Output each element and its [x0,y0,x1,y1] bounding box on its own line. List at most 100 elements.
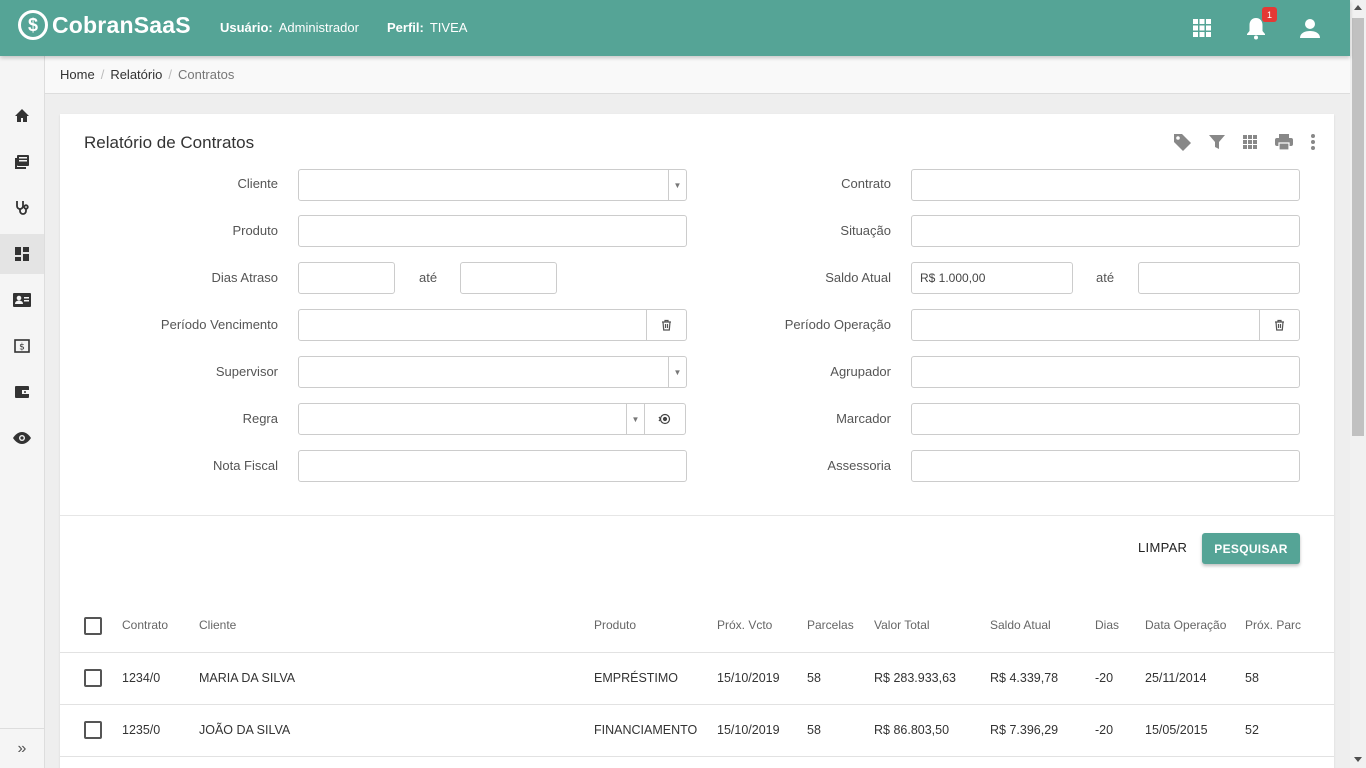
column-header-prox-parc[interactable]: Próx. Parc [1245,618,1301,632]
periodo-operacao-label: Período Operação [784,317,891,332]
periodo-vencimento-input[interactable] [298,309,647,341]
periodo-operacao-input[interactable] [911,309,1260,341]
brand-logo[interactable]: $ CobranSaaS [18,10,191,40]
chevron-down-icon: ▼ [668,170,686,200]
column-header-contrato[interactable]: Contrato [122,618,168,632]
contrato-label: Contrato [841,176,891,191]
saldo-atual-label: Saldo Atual [825,270,891,285]
breadcrumb-home[interactable]: Home [60,67,95,82]
logo-icon: $ [18,10,48,40]
scroll-up-icon[interactable] [1354,5,1362,10]
column-header-produto[interactable]: Produto [594,618,636,632]
user-info: Usuário: Administrador [220,20,359,35]
row-checkbox[interactable] [84,721,102,739]
row-divider [60,756,1334,757]
row-checkbox[interactable] [84,669,102,687]
breadcrumb-relatorio[interactable]: Relatório [110,67,162,82]
column-header-cliente[interactable]: Cliente [199,618,236,632]
nota-fiscal-input[interactable] [298,450,687,482]
page-title: Relatório de Contratos [84,133,255,152]
supervisor-select[interactable]: ▼ [298,356,687,388]
agrupador-input[interactable] [911,356,1300,388]
svg-text:$: $ [19,343,25,353]
cell-data-operacao: 25/11/2014 [1145,671,1207,685]
regra-select[interactable]: ▼ [298,403,645,435]
cell-parcelas: 58 [807,723,821,737]
marcador-input[interactable] [911,403,1300,435]
brand-name: CobranSaaS [52,11,191,38]
cell-contrato[interactable]: 1235/0 [122,723,160,737]
page-scrollbar[interactable] [1350,0,1366,768]
cell-data-operacao: 15/05/2015 [1145,723,1208,737]
search-button[interactable]: PESQUISAR [1202,533,1300,564]
columns-grid-icon[interactable] [1242,134,1258,155]
column-header-saldo-atual[interactable]: Saldo Atual [990,618,1051,632]
money-icon[interactable]: $ [0,326,44,366]
regra-label: Regra [242,411,278,426]
apps-grid-icon[interactable] [1190,14,1214,42]
dias-atraso-from-input[interactable] [298,262,395,294]
column-header-prox-vcto[interactable]: Próx. Vcto [717,618,772,632]
breadcrumb: Home / Relatório / Contratos [45,56,1350,94]
row-divider [60,704,1334,705]
cell-produto: EMPRÉSTIMO [594,671,679,685]
clear-operacao-button[interactable] [1259,309,1300,341]
home-icon[interactable] [0,96,44,136]
supervisor-label: Supervisor [215,364,278,379]
produto-input[interactable] [298,215,687,247]
cell-dias: -20 [1095,723,1114,737]
select-all-checkbox[interactable] [84,617,102,635]
contrato-input[interactable] [911,169,1300,201]
saldo-atual-to-input[interactable] [1138,262,1300,294]
cell-prox-parc: 58 [1245,671,1259,685]
report-card: Relatório de Contratos Cliente ▼ Produto… [60,114,1334,768]
profile-value: TIVEA [429,20,468,35]
wallet-icon[interactable] [0,372,44,412]
clear-button[interactable]: LIMPAR [1138,540,1187,555]
cliente-select[interactable]: ▼ [298,169,687,201]
cell-saldo-atual: R$ 4.339,78 [990,671,1059,685]
notifications-bell-icon[interactable]: 1 [1244,7,1277,42]
sidebar: $ » [0,56,45,768]
expand-sidebar-button[interactable]: » [0,728,44,768]
stethoscope-icon[interactable] [0,188,44,228]
cell-dias: -20 [1095,671,1114,685]
trash-icon [662,319,671,331]
dias-atraso-to-input[interactable] [460,262,557,294]
book-icon[interactable] [0,142,44,182]
scrollbar-thumb[interactable] [1352,18,1364,436]
row-divider [60,652,1334,653]
assessoria-input[interactable] [911,450,1300,482]
column-header-valor-total[interactable]: Valor Total [874,618,930,632]
column-header-data-operacao[interactable]: Data Operação [1145,618,1226,632]
chevron-down-icon: ▼ [626,404,644,434]
breadcrumb-current: Contratos [177,67,235,82]
print-icon[interactable] [1274,133,1294,156]
situacao-input[interactable] [911,215,1300,247]
cell-valor-total: R$ 283.933,63 [874,671,957,685]
produto-label: Produto [232,223,278,238]
cell-contrato[interactable]: 1234/0 [122,671,160,685]
user-label: Usuário: [220,20,273,35]
regra-view-button[interactable] [644,403,686,435]
saldo-atual-from-input[interactable]: R$ 1.000,00 [911,262,1073,294]
column-header-dias[interactable]: Dias [1095,618,1119,632]
dashboard-icon[interactable] [0,234,44,274]
agrupador-label: Agrupador [830,364,891,379]
top-app-bar: $ CobranSaaS Usuário: Administrador Perfi… [0,0,1350,56]
profile-label: Perfil: [387,20,424,35]
eye-icon[interactable] [0,418,44,458]
assessoria-label: Assessoria [827,458,891,473]
clear-vencimento-button[interactable] [646,309,687,341]
more-vert-icon[interactable] [1310,133,1316,156]
scroll-down-icon[interactable] [1354,757,1362,762]
column-header-parcelas[interactable]: Parcelas [807,618,854,632]
situacao-label: Situação [840,223,891,238]
trash-icon [1275,319,1284,331]
chevron-down-icon: ▼ [668,357,686,387]
contact-card-icon[interactable] [0,280,44,320]
tag-icon[interactable] [1172,132,1192,157]
filter-icon[interactable] [1208,133,1226,156]
account-icon[interactable] [1298,14,1322,42]
cliente-label: Cliente [237,176,278,191]
